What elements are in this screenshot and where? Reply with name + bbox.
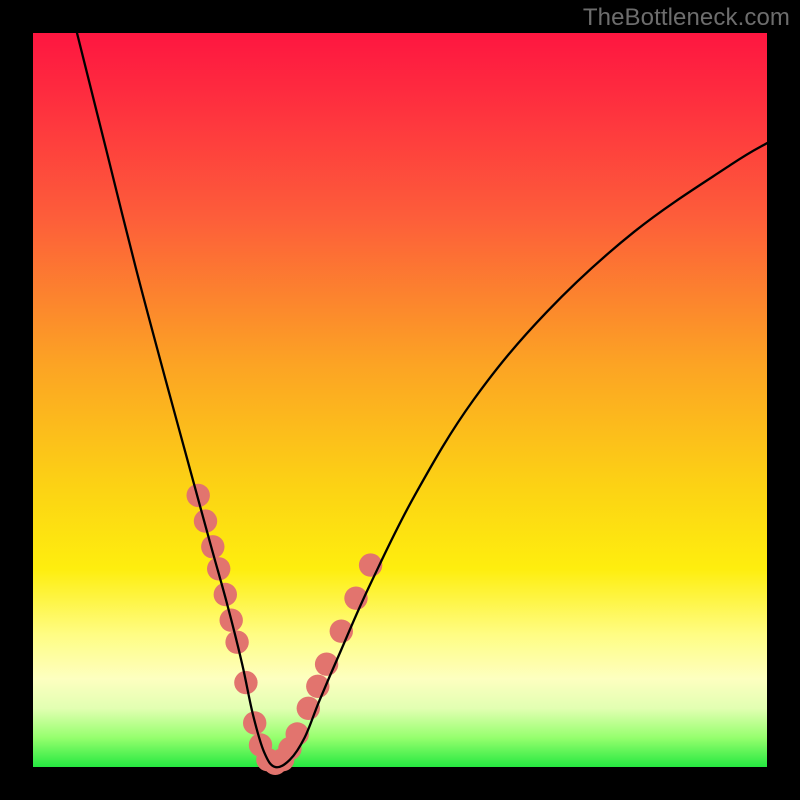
plot-area [33,33,767,767]
watermark-text: TheBottleneck.com [583,4,790,32]
outer-frame: TheBottleneck.com [0,0,800,800]
bottleneck-curve [77,33,767,767]
marker-group [187,484,383,775]
chart-svg [33,33,767,767]
